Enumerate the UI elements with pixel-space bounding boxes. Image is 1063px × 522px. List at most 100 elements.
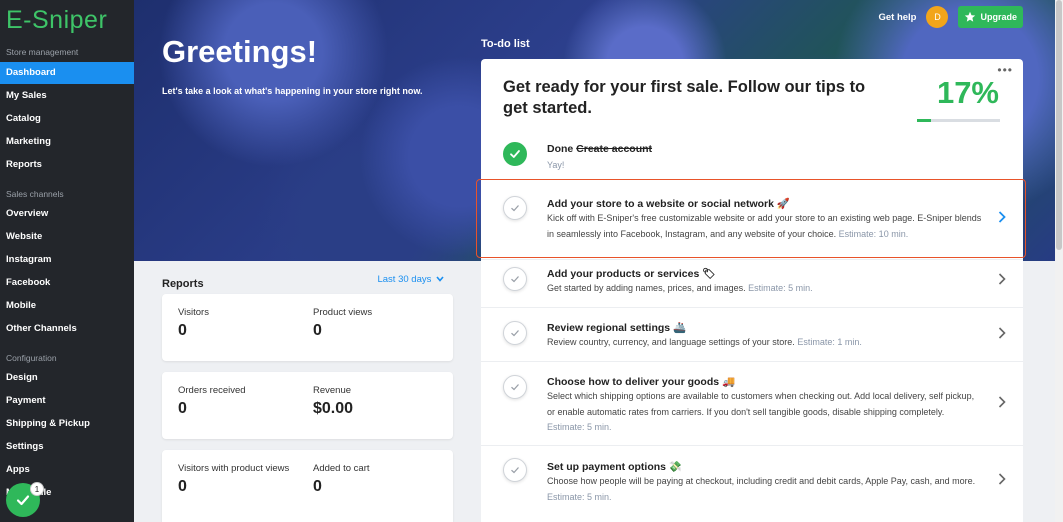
metric-label: Added to cart (313, 463, 370, 474)
done-prefix: Done (547, 143, 574, 155)
highlighted-task-outline (476, 179, 1026, 258)
get-help-link[interactable]: Get help (878, 12, 916, 23)
notification-badge: 1 (30, 482, 44, 496)
metric-added-to-cart: Added to cart 0 (313, 463, 370, 496)
sidebar-item-design[interactable]: Design (0, 367, 134, 389)
todo-label: To-do list (481, 38, 530, 50)
done-task-name: Create account (576, 143, 653, 155)
task-title: Set up payment options 💸 (547, 461, 682, 473)
chevron-right-icon[interactable] (997, 472, 1007, 486)
sidebar-item-payment[interactable]: Payment (0, 390, 134, 412)
done-task-title: Done Create account (547, 143, 652, 155)
metric-visitors-with-product-views: Visitors with product views 0 (178, 463, 289, 496)
sidebar-item-website[interactable]: Website (0, 226, 134, 248)
task-desc-text: Choose how people will be paying at chec… (547, 476, 976, 486)
metric-label: Product views (313, 307, 373, 318)
check-circle-icon[interactable] (503, 321, 527, 345)
metric-revenue: Revenue $0.00 (313, 385, 353, 418)
sidebar-item-settings[interactable]: Settings (0, 436, 134, 458)
metric-value: 0 (178, 400, 187, 417)
task-estimate: Estimate: 1 min. (797, 337, 862, 347)
task-desc: Choose how people will be paying at chec… (547, 474, 982, 505)
check-icon (16, 495, 30, 506)
report-card: Orders received 0 Revenue $0.00 (162, 372, 453, 439)
upgrade-label: Upgrade (980, 12, 1017, 22)
header-actions: Get help D Upgrade (878, 6, 1023, 28)
chevron-down-icon (436, 276, 444, 282)
progress-bar (917, 119, 1000, 122)
metric-label: Revenue (313, 385, 352, 396)
done-task-desc: Yay! (547, 160, 565, 170)
page-title: Greetings! (162, 34, 318, 69)
metric-value: 0 (313, 322, 322, 339)
task-estimate: Estimate: 5 min. (748, 283, 813, 293)
upgrade-button[interactable]: Upgrade (958, 6, 1023, 28)
sidebar-item-overview[interactable]: Overview (0, 203, 134, 225)
section-label-configuration: Configuration (6, 353, 57, 363)
date-range-label: Last 30 days (377, 274, 432, 285)
sidebar-item-other-channels[interactable]: Other Channels (0, 318, 134, 340)
sidebar-item-facebook[interactable]: Facebook (0, 272, 134, 294)
sidebar-item-catalog[interactable]: Catalog (0, 108, 134, 130)
logo[interactable]: E-Sniper (6, 6, 107, 35)
sidebar-item-shipping-pickup[interactable]: Shipping & Pickup (0, 413, 134, 435)
task-title: Add your products or services 🏷 (547, 268, 716, 280)
sidebar-item-marketing[interactable]: Marketing (0, 131, 134, 153)
sidebar-item-apps[interactable]: Apps (0, 459, 134, 481)
scrollbar-thumb[interactable] (1056, 0, 1062, 250)
task-title: Review regional settings 🚢 (547, 322, 687, 334)
chevron-right-icon[interactable] (997, 395, 1007, 409)
sidebar-item-reports[interactable]: Reports (0, 154, 134, 176)
todo-heading: Get ready for your first sale. Follow ou… (503, 78, 866, 117)
more-options-icon[interactable]: ••• (997, 63, 1013, 77)
todo-panel: ••• Get ready for your first sale. Follo… (481, 59, 1023, 522)
metric-value: 0 (178, 322, 187, 339)
progress-bar-fill (917, 119, 932, 122)
metric-product-views: Product views 0 (313, 307, 372, 340)
page-scrollbar[interactable] (1055, 0, 1063, 522)
reports-title: Reports (162, 278, 204, 290)
task-desc: Review country, currency, and language s… (547, 335, 982, 351)
check-circle-icon[interactable] (503, 458, 527, 482)
reports-header: Reports Last 30 days (162, 274, 454, 292)
task-desc-text: Review country, currency, and language s… (547, 337, 795, 347)
metric-label: Visitors (178, 307, 209, 318)
section-label-sales-channels: Sales channels (6, 189, 64, 199)
done-check-icon (503, 142, 527, 166)
metric-value: 0 (178, 478, 187, 495)
section-label-store-management: Store management (6, 47, 79, 57)
chevron-right-icon[interactable] (997, 326, 1007, 340)
sidebar-item-instagram[interactable]: Instagram (0, 249, 134, 271)
star-icon (965, 11, 976, 22)
date-range-dropdown[interactable]: Last 30 days (377, 274, 444, 285)
task-estimate: Estimate: 5 min. (547, 422, 612, 432)
avatar[interactable]: D (926, 6, 949, 28)
sidebar-item-mobile[interactable]: Mobile (0, 295, 134, 317)
task-desc: Select which shipping options are availa… (547, 389, 982, 436)
sidebar-item-my-sales[interactable]: My Sales (0, 85, 134, 107)
metric-value: $0.00 (313, 400, 354, 417)
metric-label: Orders received (178, 385, 246, 396)
report-card: Visitors with product views 0 Added to c… (162, 450, 453, 522)
check-circle-icon[interactable] (503, 267, 527, 291)
metric-label: Visitors with product views (178, 463, 290, 474)
chevron-right-icon[interactable] (997, 272, 1007, 286)
check-circle-icon[interactable] (503, 375, 527, 399)
metric-visitors: Visitors 0 (178, 307, 209, 340)
metric-orders-received: Orders received 0 (178, 385, 246, 418)
metric-value: 0 (313, 478, 322, 495)
divider (481, 361, 1023, 362)
progress-percent: 17% (936, 75, 999, 110)
divider (481, 445, 1023, 446)
task-estimate: Estimate: 5 min. (547, 491, 612, 502)
task-desc-text: Get started by adding names, prices, and… (547, 283, 746, 293)
sidebar-item-dashboard[interactable]: Dashboard (0, 62, 134, 84)
divider (481, 259, 1023, 260)
task-desc: Get started by adding names, prices, and… (547, 281, 982, 297)
task-desc-text: Select which shipping options are availa… (547, 391, 975, 417)
report-card: Visitors 0 Product views 0 (162, 294, 453, 361)
page-subtitle: Let's take a look at what's happening in… (162, 86, 423, 96)
task-title: Choose how to deliver your goods 🚚 (547, 376, 736, 388)
sidebar: E-Sniper Store management Dashboard My S… (0, 0, 134, 522)
divider (481, 307, 1023, 308)
